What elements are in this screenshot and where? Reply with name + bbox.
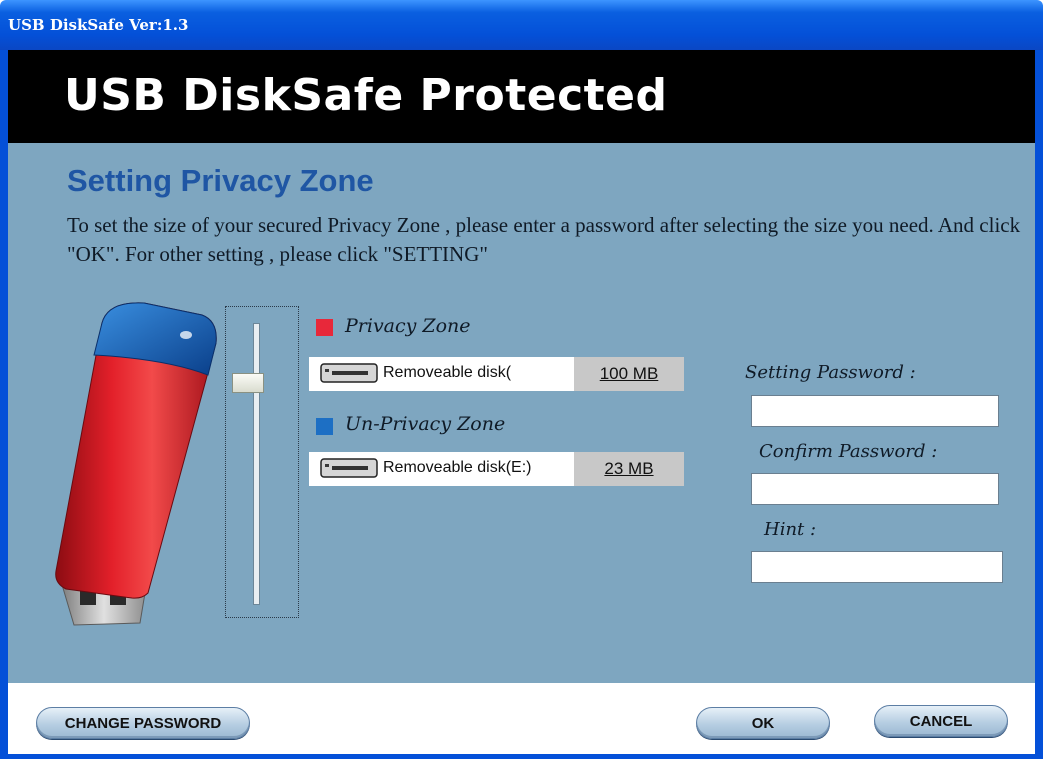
unprivacy-zone-disk-row: Removeable disk(E:) 23 MB <box>309 452 684 486</box>
hint-input[interactable] <box>751 551 1003 583</box>
cancel-button[interactable]: CANCEL <box>874 705 1008 737</box>
change-password-button[interactable]: CHANGE PASSWORD <box>36 707 250 739</box>
unprivacy-zone-label: Un-Privacy Zone <box>345 413 506 435</box>
footer-bar: CHANGE PASSWORD OK CANCEL <box>8 683 1035 754</box>
hint-label: Hint : <box>764 519 817 540</box>
privacy-zone-label: Privacy Zone <box>345 315 471 337</box>
window-title-bar[interactable]: USB DiskSafe Ver:1.3 <box>0 0 1043 50</box>
privacy-zone-size: 100 MB <box>574 357 684 391</box>
setting-password-label: Setting Password : <box>745 362 916 383</box>
privacy-zone-color-swatch <box>316 319 333 336</box>
privacy-zone-disk-row: Removeable disk( 100 MB <box>309 357 684 391</box>
window-title: USB DiskSafe Ver:1.3 <box>8 16 189 34</box>
section-description: To set the size of your secured Privacy … <box>67 213 1021 266</box>
disk-drive-icon <box>320 363 378 383</box>
setting-password-input[interactable] <box>751 395 999 427</box>
unprivacy-zone-disk-name: Removeable disk(E:) <box>383 459 532 476</box>
disk-drive-icon <box>320 458 378 478</box>
slider-thumb[interactable] <box>232 372 264 393</box>
unprivacy-zone-color-swatch <box>316 418 333 435</box>
zone-size-slider[interactable] <box>225 306 299 618</box>
app-header: USB DiskSafe Protected <box>8 50 1035 143</box>
confirm-password-input[interactable] <box>751 473 999 505</box>
privacy-zone-disk-name: Removeable disk( <box>383 364 512 381</box>
unprivacy-zone-size: 23 MB <box>574 452 684 486</box>
slider-track[interactable] <box>253 323 260 605</box>
ok-button[interactable]: OK <box>696 707 830 739</box>
section-title: Setting Privacy Zone <box>67 163 374 198</box>
app-header-title: USB DiskSafe Protected <box>64 70 668 121</box>
usb-drive-illustration-icon <box>55 302 217 626</box>
main-panel: Setting Privacy Zone To set the size of … <box>8 143 1035 683</box>
confirm-password-label: Confirm Password : <box>759 441 938 462</box>
